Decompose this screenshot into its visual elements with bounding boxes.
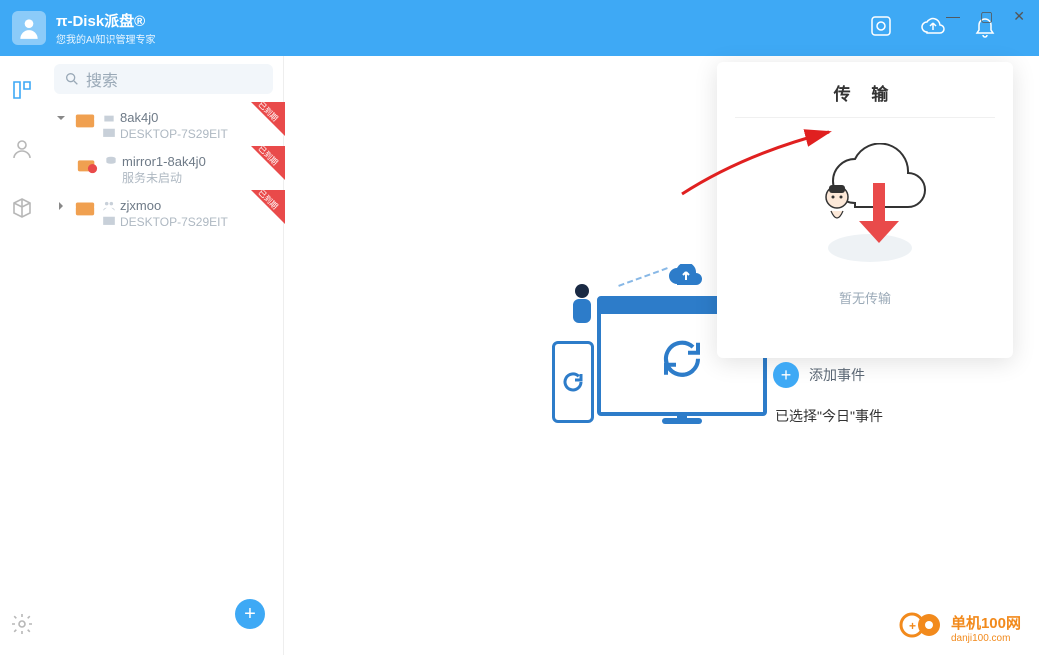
watermark-logo-icon: +: [899, 610, 943, 645]
svg-text:+: +: [909, 619, 916, 633]
add-event-button[interactable]: + 添加事件: [773, 362, 1013, 388]
tab-home[interactable]: [10, 78, 34, 107]
expired-ribbon: 已到期: [251, 146, 285, 180]
chevron-right-icon[interactable]: [54, 201, 68, 211]
sidebar: 搜索 已到期 8ak4j0 DESKTOP-7S29EIT 已到期 mirror…: [44, 56, 284, 655]
add-button[interactable]: +: [235, 599, 265, 629]
app-subtitle: 您我的AI知识管理专家: [56, 31, 155, 46]
tree-item-root-2[interactable]: 已到期 zjxmoo DESKTOP-7S29EIT: [44, 192, 283, 236]
tab-contacts[interactable]: [10, 137, 34, 166]
transfer-title: 传 输: [735, 80, 995, 118]
tree-item-child-1[interactable]: 已到期 mirror1-8ak4j0 服务未启动: [66, 148, 283, 192]
brand: π-Disk派盘® 您我的AI知识管理专家: [56, 10, 155, 46]
chevron-down-icon[interactable]: [54, 113, 68, 123]
tree-item-root-1[interactable]: 已到期 8ak4j0 DESKTOP-7S29EIT: [44, 104, 283, 148]
settings-icon[interactable]: [10, 612, 34, 641]
plus-icon: +: [773, 362, 799, 388]
search-placeholder: 搜索: [86, 67, 118, 91]
drive-sync-icon: [76, 154, 98, 179]
events-panel-peek: + 添加事件 已选择"今日"事件: [773, 362, 1013, 426]
app-title: π-Disk派盘®: [56, 10, 155, 31]
titlebar: π-Disk派盘® 您我的AI知识管理专家: [0, 0, 1039, 56]
vertical-tabs: [0, 56, 44, 655]
scan-icon[interactable]: [869, 14, 893, 43]
tab-box[interactable]: [10, 196, 34, 225]
cloud-upload-icon[interactable]: [921, 14, 945, 43]
transfer-popover: 传 输 暂无传输: [717, 62, 1013, 358]
search-input[interactable]: 搜索: [54, 64, 273, 94]
expired-ribbon: 已到期: [251, 102, 285, 136]
close-button[interactable]: ✕: [1013, 8, 1025, 25]
avatar[interactable]: [12, 11, 46, 45]
minimize-button[interactable]: —: [946, 8, 960, 25]
transfer-empty-illustration: [735, 138, 995, 278]
drive-icon: [74, 198, 96, 223]
watermark: + 单机100网 danji100.com: [899, 610, 1021, 645]
drive-icon: [74, 110, 96, 135]
transfer-empty-text: 暂无传输: [735, 288, 995, 307]
selected-event-text: 已选择"今日"事件: [775, 406, 1013, 426]
maximize-button[interactable]: ▢: [980, 8, 993, 25]
expired-ribbon: 已到期: [251, 190, 285, 224]
